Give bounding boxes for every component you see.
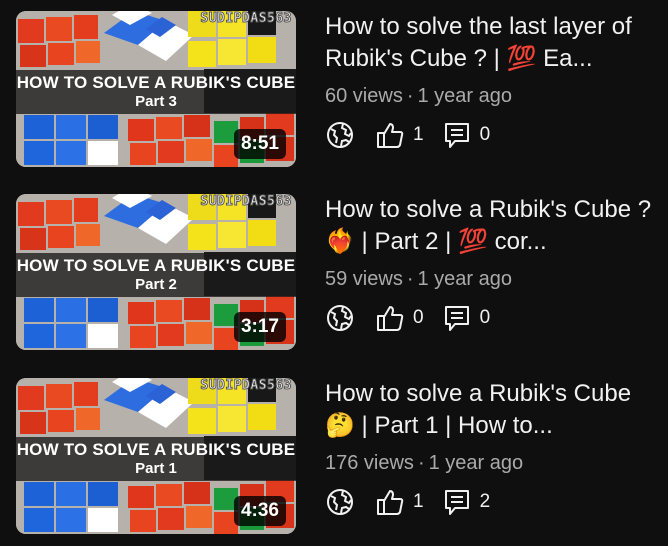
thumbnail-title-line1: HOW TO SOLVE A RUBIK'S CUBE [16,73,296,92]
comment-icon [444,123,469,148]
video-list: SUDIPDAS563 HOW TO SOLVE A RUBIK'S CUBE … [0,0,668,546]
video-title[interactable]: How to solve the last layer of Rubik's C… [325,11,660,75]
comment-count: 0 [479,124,491,145]
comment-icon [444,490,469,515]
video-thumbnail[interactable]: SUDIPDAS563 HOW TO SOLVE A RUBIK'S CUBE … [16,11,296,167]
video-list-item[interactable]: SUDIPDAS563 HOW TO SOLVE A RUBIK'S CUBE … [0,374,668,534]
globe-icon [327,305,353,331]
channel-watermark: SUDIPDAS563 [200,378,292,394]
video-actions: 0 0 [325,302,660,334]
comment-count: 0 [479,307,491,328]
likes-stat: 1 [375,487,424,517]
view-count: 59 views [325,268,403,290]
comment-icon [444,306,469,331]
likes-stat: 1 [375,120,424,150]
thumbnail-part-label: Part 3 [135,93,177,110]
video-title[interactable]: How to solve a Rubik's Cube ?❤️‍🔥 | Part… [325,194,660,258]
visibility-public [325,303,355,333]
duration-badge: 4:36 [233,496,286,526]
video-meta: How to solve the last layer of Rubik's C… [325,11,660,151]
thumbnail-title-line1: HOW TO SOLVE A RUBIK'S CUBE [16,256,296,275]
thumbnail-title-banner: HOW TO SOLVE A RUBIK'S CUBE Part 2 [16,253,296,297]
comments-stat: 0 [442,303,491,333]
video-thumbnail[interactable]: SUDIPDAS563 HOW TO SOLVE A RUBIK'S CUBE … [16,378,296,534]
view-count: 176 views [325,452,414,474]
view-count: 60 views [325,85,403,107]
thumbs-up-icon [377,306,404,331]
duration-badge: 3:17 [233,312,286,342]
like-count: 1 [413,491,424,512]
video-actions: 1 0 [325,119,660,151]
likes-stat: 0 [375,303,424,333]
visibility-public [325,120,355,150]
thumbs-up-icon [377,490,404,515]
thumbnail-title-banner: HOW TO SOLVE A RUBIK'S CUBE Part 3 [16,70,296,114]
thumbnail-part-label: Part 1 [135,460,177,477]
video-title[interactable]: How to solve a Rubik's Cube 🤔 | Part 1 |… [325,378,660,442]
video-stats: 59 views · 1 year ago [325,266,660,292]
upload-age: 1 year ago [417,268,512,290]
globe-icon [327,122,353,148]
video-stats: 176 views · 1 year ago [325,450,660,476]
visibility-public [325,487,355,517]
thumbnail-part-label: Part 2 [135,276,177,293]
upload-age: 1 year ago [417,85,512,107]
meta-separator: · [406,268,414,290]
thumbnail-title-banner: HOW TO SOLVE A RUBIK'S CUBE Part 1 [16,437,296,481]
comments-stat: 2 [442,487,491,517]
video-list-item[interactable]: SUDIPDAS563 HOW TO SOLVE A RUBIK'S CUBE … [0,7,668,167]
upload-age: 1 year ago [428,452,524,474]
video-meta: How to solve a Rubik's Cube 🤔 | Part 1 |… [325,378,660,518]
video-meta: How to solve a Rubik's Cube ?❤️‍🔥 | Part… [325,194,660,334]
comments-stat: 0 [442,120,491,150]
like-count: 1 [413,124,424,145]
globe-icon [327,489,353,515]
channel-watermark: SUDIPDAS563 [200,11,292,27]
meta-separator: · [406,85,414,107]
comment-count: 2 [479,491,491,512]
thumbs-up-icon [377,123,404,148]
like-count: 0 [413,307,424,328]
video-stats: 60 views · 1 year ago [325,83,660,109]
duration-badge: 8:51 [233,129,286,159]
video-list-item[interactable]: SUDIPDAS563 HOW TO SOLVE A RUBIK'S CUBE … [0,190,668,350]
video-actions: 1 2 [325,486,660,518]
video-thumbnail[interactable]: SUDIPDAS563 HOW TO SOLVE A RUBIK'S CUBE … [16,194,296,350]
meta-separator: · [417,452,425,474]
channel-watermark: SUDIPDAS563 [200,194,292,210]
thumbnail-title-line1: HOW TO SOLVE A RUBIK'S CUBE [16,440,296,459]
